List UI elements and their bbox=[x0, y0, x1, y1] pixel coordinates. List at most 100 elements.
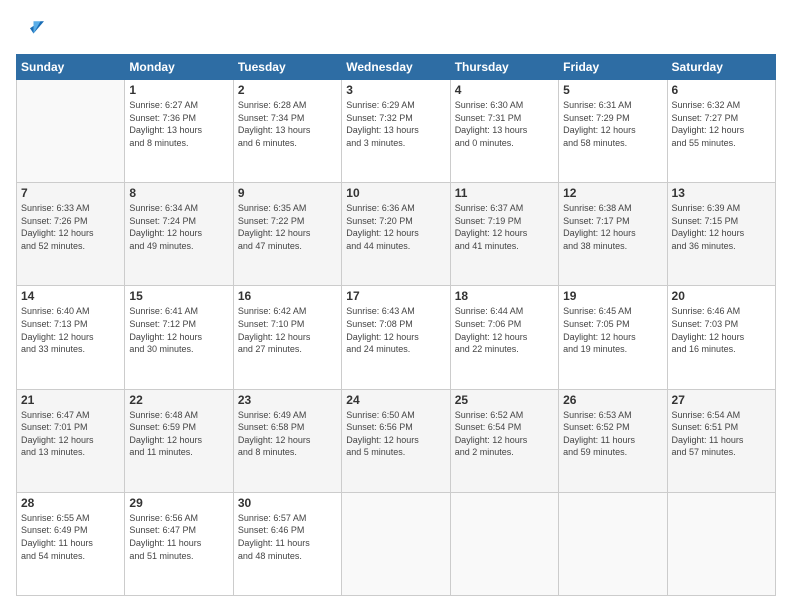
calendar-header-sunday: Sunday bbox=[17, 55, 125, 80]
day-info: Sunrise: 6:42 AM Sunset: 7:10 PM Dayligh… bbox=[238, 305, 337, 355]
calendar-cell-1-2: 1 Sunrise: 6:27 AM Sunset: 7:36 PM Daylig… bbox=[125, 80, 233, 183]
day-number: 8 bbox=[129, 186, 228, 200]
day-number: 27 bbox=[672, 393, 771, 407]
day-number: 24 bbox=[346, 393, 445, 407]
calendar-cell-5-7 bbox=[667, 492, 775, 595]
day-number: 1 bbox=[129, 83, 228, 97]
calendar-cell-1-7: 6 Sunrise: 6:32 AM Sunset: 7:27 PM Daylig… bbox=[667, 80, 775, 183]
day-info: Sunrise: 6:38 AM Sunset: 7:17 PM Dayligh… bbox=[563, 202, 662, 252]
day-info: Sunrise: 6:29 AM Sunset: 7:32 PM Dayligh… bbox=[346, 99, 445, 149]
day-info: Sunrise: 6:47 AM Sunset: 7:01 PM Dayligh… bbox=[21, 409, 120, 459]
day-number: 11 bbox=[455, 186, 554, 200]
calendar-cell-4-7: 27Sunrise: 6:54 AM Sunset: 6:51 PM Dayli… bbox=[667, 389, 775, 492]
day-info: Sunrise: 6:33 AM Sunset: 7:26 PM Dayligh… bbox=[21, 202, 120, 252]
header bbox=[16, 16, 776, 44]
day-number: 25 bbox=[455, 393, 554, 407]
day-info: Sunrise: 6:32 AM Sunset: 7:27 PM Dayligh… bbox=[672, 99, 771, 149]
day-number: 22 bbox=[129, 393, 228, 407]
day-info: Sunrise: 6:30 AM Sunset: 7:31 PM Dayligh… bbox=[455, 99, 554, 149]
calendar-cell-4-1: 21 Sunrise: 6:47 AM Sunset: 7:01 PM Dayli… bbox=[17, 389, 125, 492]
calendar-week-row-1: 1 Sunrise: 6:27 AM Sunset: 7:36 PM Daylig… bbox=[17, 80, 776, 183]
day-info: Sunrise: 6:49 AM Sunset: 6:58 PM Dayligh… bbox=[238, 409, 337, 459]
calendar-header-friday: Friday bbox=[559, 55, 667, 80]
calendar-cell-5-6 bbox=[559, 492, 667, 595]
calendar-cell-5-1: 28Sunrise: 6:55 AM Sunset: 6:49 PM Dayli… bbox=[17, 492, 125, 595]
day-info: Sunrise: 6:39 AM Sunset: 7:15 PM Dayligh… bbox=[672, 202, 771, 252]
day-info: Sunrise: 6:56 AM Sunset: 6:47 PM Dayligh… bbox=[129, 512, 228, 562]
calendar-cell-4-3: 23 Sunrise: 6:49 AM Sunset: 6:58 PM Dayli… bbox=[233, 389, 341, 492]
day-number: 10 bbox=[346, 186, 445, 200]
calendar-header-row: SundayMondayTuesdayWednesdayThursdayFrid… bbox=[17, 55, 776, 80]
day-number: 2 bbox=[238, 83, 337, 97]
day-number: 23 bbox=[238, 393, 337, 407]
day-number: 21 bbox=[21, 393, 120, 407]
day-info: Sunrise: 6:35 AM Sunset: 7:22 PM Dayligh… bbox=[238, 202, 337, 252]
day-info: Sunrise: 6:50 AM Sunset: 6:56 PM Dayligh… bbox=[346, 409, 445, 459]
calendar-header-thursday: Thursday bbox=[450, 55, 558, 80]
day-number: 6 bbox=[672, 83, 771, 97]
day-number: 18 bbox=[455, 289, 554, 303]
calendar-cell-3-3: 16 Sunrise: 6:42 AM Sunset: 7:10 PM Dayli… bbox=[233, 286, 341, 389]
day-info: Sunrise: 6:53 AM Sunset: 6:52 PM Dayligh… bbox=[563, 409, 662, 459]
day-info: Sunrise: 6:31 AM Sunset: 7:29 PM Dayligh… bbox=[563, 99, 662, 149]
calendar-week-row-4: 21 Sunrise: 6:47 AM Sunset: 7:01 PM Dayli… bbox=[17, 389, 776, 492]
day-info: Sunrise: 6:55 AM Sunset: 6:49 PM Dayligh… bbox=[21, 512, 120, 562]
day-info: Sunrise: 6:45 AM Sunset: 7:05 PM Dayligh… bbox=[563, 305, 662, 355]
day-number: 16 bbox=[238, 289, 337, 303]
day-number: 19 bbox=[563, 289, 662, 303]
day-number: 5 bbox=[563, 83, 662, 97]
day-number: 30 bbox=[238, 496, 337, 510]
calendar-cell-2-5: 11 Sunrise: 6:37 AM Sunset: 7:19 PM Dayli… bbox=[450, 183, 558, 286]
day-number: 14 bbox=[21, 289, 120, 303]
calendar-cell-5-4 bbox=[342, 492, 450, 595]
day-info: Sunrise: 6:36 AM Sunset: 7:20 PM Dayligh… bbox=[346, 202, 445, 252]
day-number: 7 bbox=[21, 186, 120, 200]
calendar-cell-3-6: 19 Sunrise: 6:45 AM Sunset: 7:05 PM Dayli… bbox=[559, 286, 667, 389]
day-number: 17 bbox=[346, 289, 445, 303]
calendar-cell-5-2: 29 Sunrise: 6:56 AM Sunset: 6:47 PM Dayli… bbox=[125, 492, 233, 595]
day-number: 3 bbox=[346, 83, 445, 97]
calendar-header-wednesday: Wednesday bbox=[342, 55, 450, 80]
calendar-cell-1-3: 2 Sunrise: 6:28 AM Sunset: 7:34 PM Daylig… bbox=[233, 80, 341, 183]
day-info: Sunrise: 6:44 AM Sunset: 7:06 PM Dayligh… bbox=[455, 305, 554, 355]
day-info: Sunrise: 6:46 AM Sunset: 7:03 PM Dayligh… bbox=[672, 305, 771, 355]
day-number: 29 bbox=[129, 496, 228, 510]
day-info: Sunrise: 6:41 AM Sunset: 7:12 PM Dayligh… bbox=[129, 305, 228, 355]
calendar-cell-4-5: 25 Sunrise: 6:52 AM Sunset: 6:54 PM Dayli… bbox=[450, 389, 558, 492]
calendar-cell-4-2: 22 Sunrise: 6:48 AM Sunset: 6:59 PM Dayli… bbox=[125, 389, 233, 492]
calendar-cell-3-2: 15 Sunrise: 6:41 AM Sunset: 7:12 PM Dayli… bbox=[125, 286, 233, 389]
calendar-cell-3-7: 20 Sunrise: 6:46 AM Sunset: 7:03 PM Dayli… bbox=[667, 286, 775, 389]
day-info: Sunrise: 6:52 AM Sunset: 6:54 PM Dayligh… bbox=[455, 409, 554, 459]
day-info: Sunrise: 6:48 AM Sunset: 6:59 PM Dayligh… bbox=[129, 409, 228, 459]
day-number: 15 bbox=[129, 289, 228, 303]
calendar-cell-3-5: 18 Sunrise: 6:44 AM Sunset: 7:06 PM Dayli… bbox=[450, 286, 558, 389]
day-info: Sunrise: 6:43 AM Sunset: 7:08 PM Dayligh… bbox=[346, 305, 445, 355]
calendar-cell-2-2: 8 Sunrise: 6:34 AM Sunset: 7:24 PM Daylig… bbox=[125, 183, 233, 286]
calendar-cell-1-1 bbox=[17, 80, 125, 183]
calendar-week-row-3: 14 Sunrise: 6:40 AM Sunset: 7:13 PM Dayli… bbox=[17, 286, 776, 389]
calendar-cell-2-3: 9 Sunrise: 6:35 AM Sunset: 7:22 PM Daylig… bbox=[233, 183, 341, 286]
day-info: Sunrise: 6:27 AM Sunset: 7:36 PM Dayligh… bbox=[129, 99, 228, 149]
calendar-table: SundayMondayTuesdayWednesdayThursdayFrid… bbox=[16, 54, 776, 596]
calendar-header-saturday: Saturday bbox=[667, 55, 775, 80]
day-number: 20 bbox=[672, 289, 771, 303]
calendar-cell-5-5 bbox=[450, 492, 558, 595]
page: SundayMondayTuesdayWednesdayThursdayFrid… bbox=[0, 0, 792, 612]
calendar-cell-4-6: 26Sunrise: 6:53 AM Sunset: 6:52 PM Dayli… bbox=[559, 389, 667, 492]
calendar-cell-3-1: 14 Sunrise: 6:40 AM Sunset: 7:13 PM Dayli… bbox=[17, 286, 125, 389]
calendar-cell-5-3: 30 Sunrise: 6:57 AM Sunset: 6:46 PM Dayli… bbox=[233, 492, 341, 595]
day-info: Sunrise: 6:57 AM Sunset: 6:46 PM Dayligh… bbox=[238, 512, 337, 562]
day-number: 4 bbox=[455, 83, 554, 97]
day-info: Sunrise: 6:28 AM Sunset: 7:34 PM Dayligh… bbox=[238, 99, 337, 149]
calendar-header-tuesday: Tuesday bbox=[233, 55, 341, 80]
day-info: Sunrise: 6:37 AM Sunset: 7:19 PM Dayligh… bbox=[455, 202, 554, 252]
logo bbox=[16, 16, 48, 44]
calendar-cell-1-5: 4 Sunrise: 6:30 AM Sunset: 7:31 PM Daylig… bbox=[450, 80, 558, 183]
day-info: Sunrise: 6:40 AM Sunset: 7:13 PM Dayligh… bbox=[21, 305, 120, 355]
day-info: Sunrise: 6:34 AM Sunset: 7:24 PM Dayligh… bbox=[129, 202, 228, 252]
calendar-cell-2-7: 13 Sunrise: 6:39 AM Sunset: 7:15 PM Dayli… bbox=[667, 183, 775, 286]
calendar-cell-1-4: 3 Sunrise: 6:29 AM Sunset: 7:32 PM Daylig… bbox=[342, 80, 450, 183]
day-number: 9 bbox=[238, 186, 337, 200]
day-number: 13 bbox=[672, 186, 771, 200]
calendar-header-monday: Monday bbox=[125, 55, 233, 80]
